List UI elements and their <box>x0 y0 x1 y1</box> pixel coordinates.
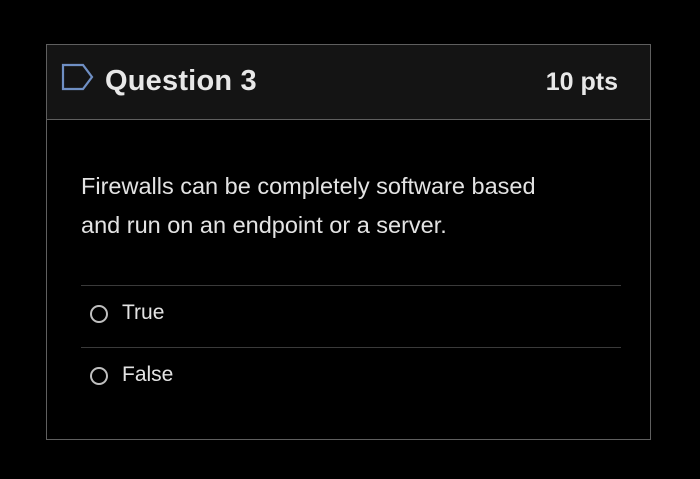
radio-button[interactable] <box>90 305 108 323</box>
question-card: Question 3 10 pts Firewalls can be compl… <box>46 44 651 440</box>
answer-label: True <box>122 301 165 324</box>
question-text: Firewalls can be completely software bas… <box>81 167 621 245</box>
question-text-line-2: and run on an endpoint or a server. <box>81 212 447 238</box>
question-points: 10 pts <box>545 68 618 96</box>
question-title: Question 3 <box>105 65 257 97</box>
question-text-line-1: Firewalls can be completely software bas… <box>81 173 536 199</box>
answer-option-true[interactable]: True <box>81 286 621 346</box>
question-header: Question 3 10 pts <box>47 45 650 120</box>
radio-button[interactable] <box>90 367 108 385</box>
flag-icon[interactable] <box>61 63 95 91</box>
answer-option-false[interactable]: False <box>81 348 621 408</box>
answer-label: False <box>122 363 174 386</box>
